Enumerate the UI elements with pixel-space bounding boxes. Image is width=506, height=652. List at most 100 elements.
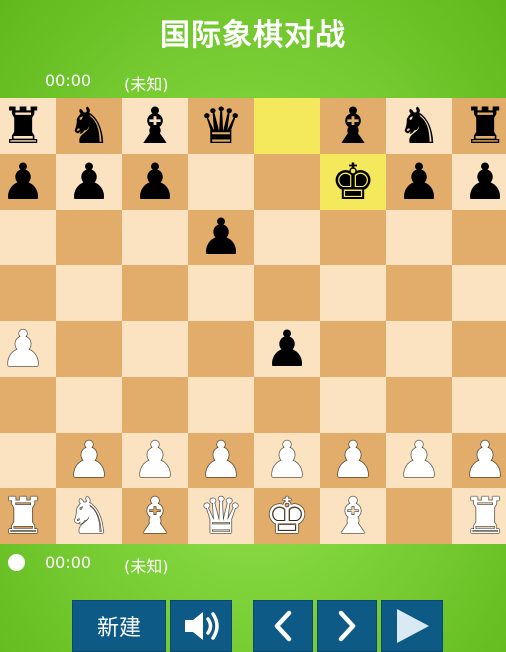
board-square[interactable] (254, 153, 320, 210)
black-bishop-icon[interactable]: ♝ (331, 101, 376, 151)
board-square[interactable]: ♟ (0, 321, 56, 377)
board-square[interactable]: ♟ (254, 321, 320, 377)
black-pawn-icon[interactable]: ♟ (397, 157, 442, 207)
board-square[interactable]: ♞ (56, 488, 122, 544)
board-square[interactable] (0, 376, 56, 433)
black-pawn-icon[interactable]: ♟ (199, 212, 244, 262)
board-square[interactable] (0, 265, 56, 321)
white-pawn-icon[interactable]: ♟ (199, 435, 244, 485)
new-game-button[interactable]: 新建 (72, 600, 166, 652)
board-square[interactable] (188, 321, 254, 377)
board-square[interactable] (452, 209, 506, 266)
board-square[interactable]: ♝ (320, 98, 386, 154)
board-square[interactable] (188, 376, 254, 433)
black-rook-icon[interactable]: ♜ (463, 101, 506, 151)
board-square[interactable]: ♟ (386, 432, 452, 489)
board-square[interactable] (56, 321, 122, 377)
board-square[interactable] (56, 265, 122, 321)
board-square[interactable]: ♞ (56, 98, 122, 154)
board-square[interactable] (254, 265, 320, 321)
board-square[interactable] (56, 376, 122, 433)
white-rook-icon[interactable]: ♜ (463, 491, 506, 541)
sound-button[interactable] (170, 600, 232, 652)
board-square[interactable]: ♜ (0, 488, 56, 544)
board-square[interactable] (320, 321, 386, 377)
board-square[interactable] (122, 376, 188, 433)
black-bishop-icon[interactable]: ♝ (133, 101, 178, 151)
board-square[interactable]: ♟ (254, 432, 320, 489)
previous-move-button[interactable] (253, 600, 313, 652)
white-bishop-icon[interactable]: ♝ (331, 491, 376, 541)
white-pawn-icon[interactable]: ♟ (1, 324, 46, 374)
board-square[interactable]: ♟ (122, 153, 188, 210)
board-square[interactable] (320, 209, 386, 266)
board-square[interactable] (0, 209, 56, 266)
board-square[interactable]: ♜ (0, 98, 56, 154)
black-pawn-icon[interactable]: ♟ (265, 324, 310, 374)
board-square[interactable]: ♛ (188, 488, 254, 544)
board-square[interactable] (56, 209, 122, 266)
board-square[interactable] (386, 488, 452, 544)
board-square[interactable]: ♟ (56, 153, 122, 210)
black-queen-icon[interactable]: ♛ (199, 101, 244, 151)
board-square[interactable] (452, 321, 506, 377)
chess-board[interactable]: ♜ ♞ ♝ ♛ ♝ ♞ ♜ ♟ ♟ ♟ ♚ ♟ ♟ ♟ ♟ ♟ ♟ ♟ ♟ ♟ ♟ ♟ ♟ ♜ ♞ ♝ ♛ ♚ ♝ ♜ (0, 98, 506, 544)
white-pawn-icon[interactable]: ♟ (133, 435, 178, 485)
white-pawn-icon[interactable]: ♟ (67, 435, 112, 485)
board-square[interactable]: ♟ (320, 432, 386, 489)
white-bishop-icon[interactable]: ♝ (133, 491, 178, 541)
board-square[interactable] (188, 153, 254, 210)
board-square[interactable]: ♞ (386, 98, 452, 154)
board-square[interactable]: ♛ (188, 98, 254, 154)
white-king-icon[interactable]: ♚ (265, 491, 310, 541)
white-rook-icon[interactable]: ♜ (1, 491, 46, 541)
board-square[interactable] (386, 376, 452, 433)
play-button[interactable] (381, 600, 443, 652)
black-knight-icon[interactable]: ♞ (67, 101, 112, 151)
board-square[interactable] (188, 265, 254, 321)
board-square[interactable] (320, 265, 386, 321)
board-square[interactable] (122, 265, 188, 321)
board-square[interactable]: ♝ (320, 488, 386, 544)
white-pawn-icon[interactable]: ♟ (331, 435, 376, 485)
board-square[interactable]: ♟ (452, 432, 506, 489)
board-square[interactable] (254, 376, 320, 433)
board-square[interactable]: ♟ (188, 432, 254, 489)
board-square[interactable]: ♚ (254, 488, 320, 544)
board-square[interactable] (122, 209, 188, 266)
board-square[interactable] (122, 321, 188, 377)
black-pawn-icon[interactable]: ♟ (133, 157, 178, 207)
board-square[interactable]: ♟ (386, 153, 452, 210)
white-pawn-icon[interactable]: ♟ (265, 435, 310, 485)
board-square[interactable]: ♚ (320, 153, 386, 210)
board-square[interactable]: ♝ (122, 488, 188, 544)
black-pawn-icon[interactable]: ♟ (67, 157, 112, 207)
board-square[interactable] (386, 209, 452, 266)
black-rook-icon[interactable]: ♜ (1, 101, 46, 151)
board-square[interactable] (452, 265, 506, 321)
black-king-icon[interactable]: ♚ (331, 157, 376, 207)
board-square[interactable]: ♟ (452, 153, 506, 210)
white-knight-icon[interactable]: ♞ (67, 491, 112, 541)
board-square[interactable]: ♟ (56, 432, 122, 489)
black-pawn-icon[interactable]: ♟ (463, 157, 506, 207)
white-pawn-icon[interactable]: ♟ (397, 435, 442, 485)
white-queen-icon[interactable]: ♛ (199, 491, 244, 541)
board-square[interactable] (386, 321, 452, 377)
board-square[interactable]: ♟ (188, 209, 254, 266)
board-square[interactable] (254, 98, 320, 154)
board-square[interactable]: ♟ (122, 432, 188, 489)
board-square[interactable]: ♜ (452, 488, 506, 544)
white-pawn-icon[interactable]: ♟ (463, 435, 506, 485)
board-square[interactable]: ♟ (0, 153, 56, 210)
board-square[interactable]: ♝ (122, 98, 188, 154)
black-knight-icon[interactable]: ♞ (397, 101, 442, 151)
board-square[interactable] (0, 432, 56, 489)
board-square[interactable] (452, 376, 506, 433)
board-square[interactable] (254, 209, 320, 266)
black-pawn-icon[interactable]: ♟ (1, 157, 46, 207)
next-move-button[interactable] (317, 600, 377, 652)
board-square[interactable] (386, 265, 452, 321)
board-square[interactable]: ♜ (452, 98, 506, 154)
board-square[interactable] (320, 376, 386, 433)
